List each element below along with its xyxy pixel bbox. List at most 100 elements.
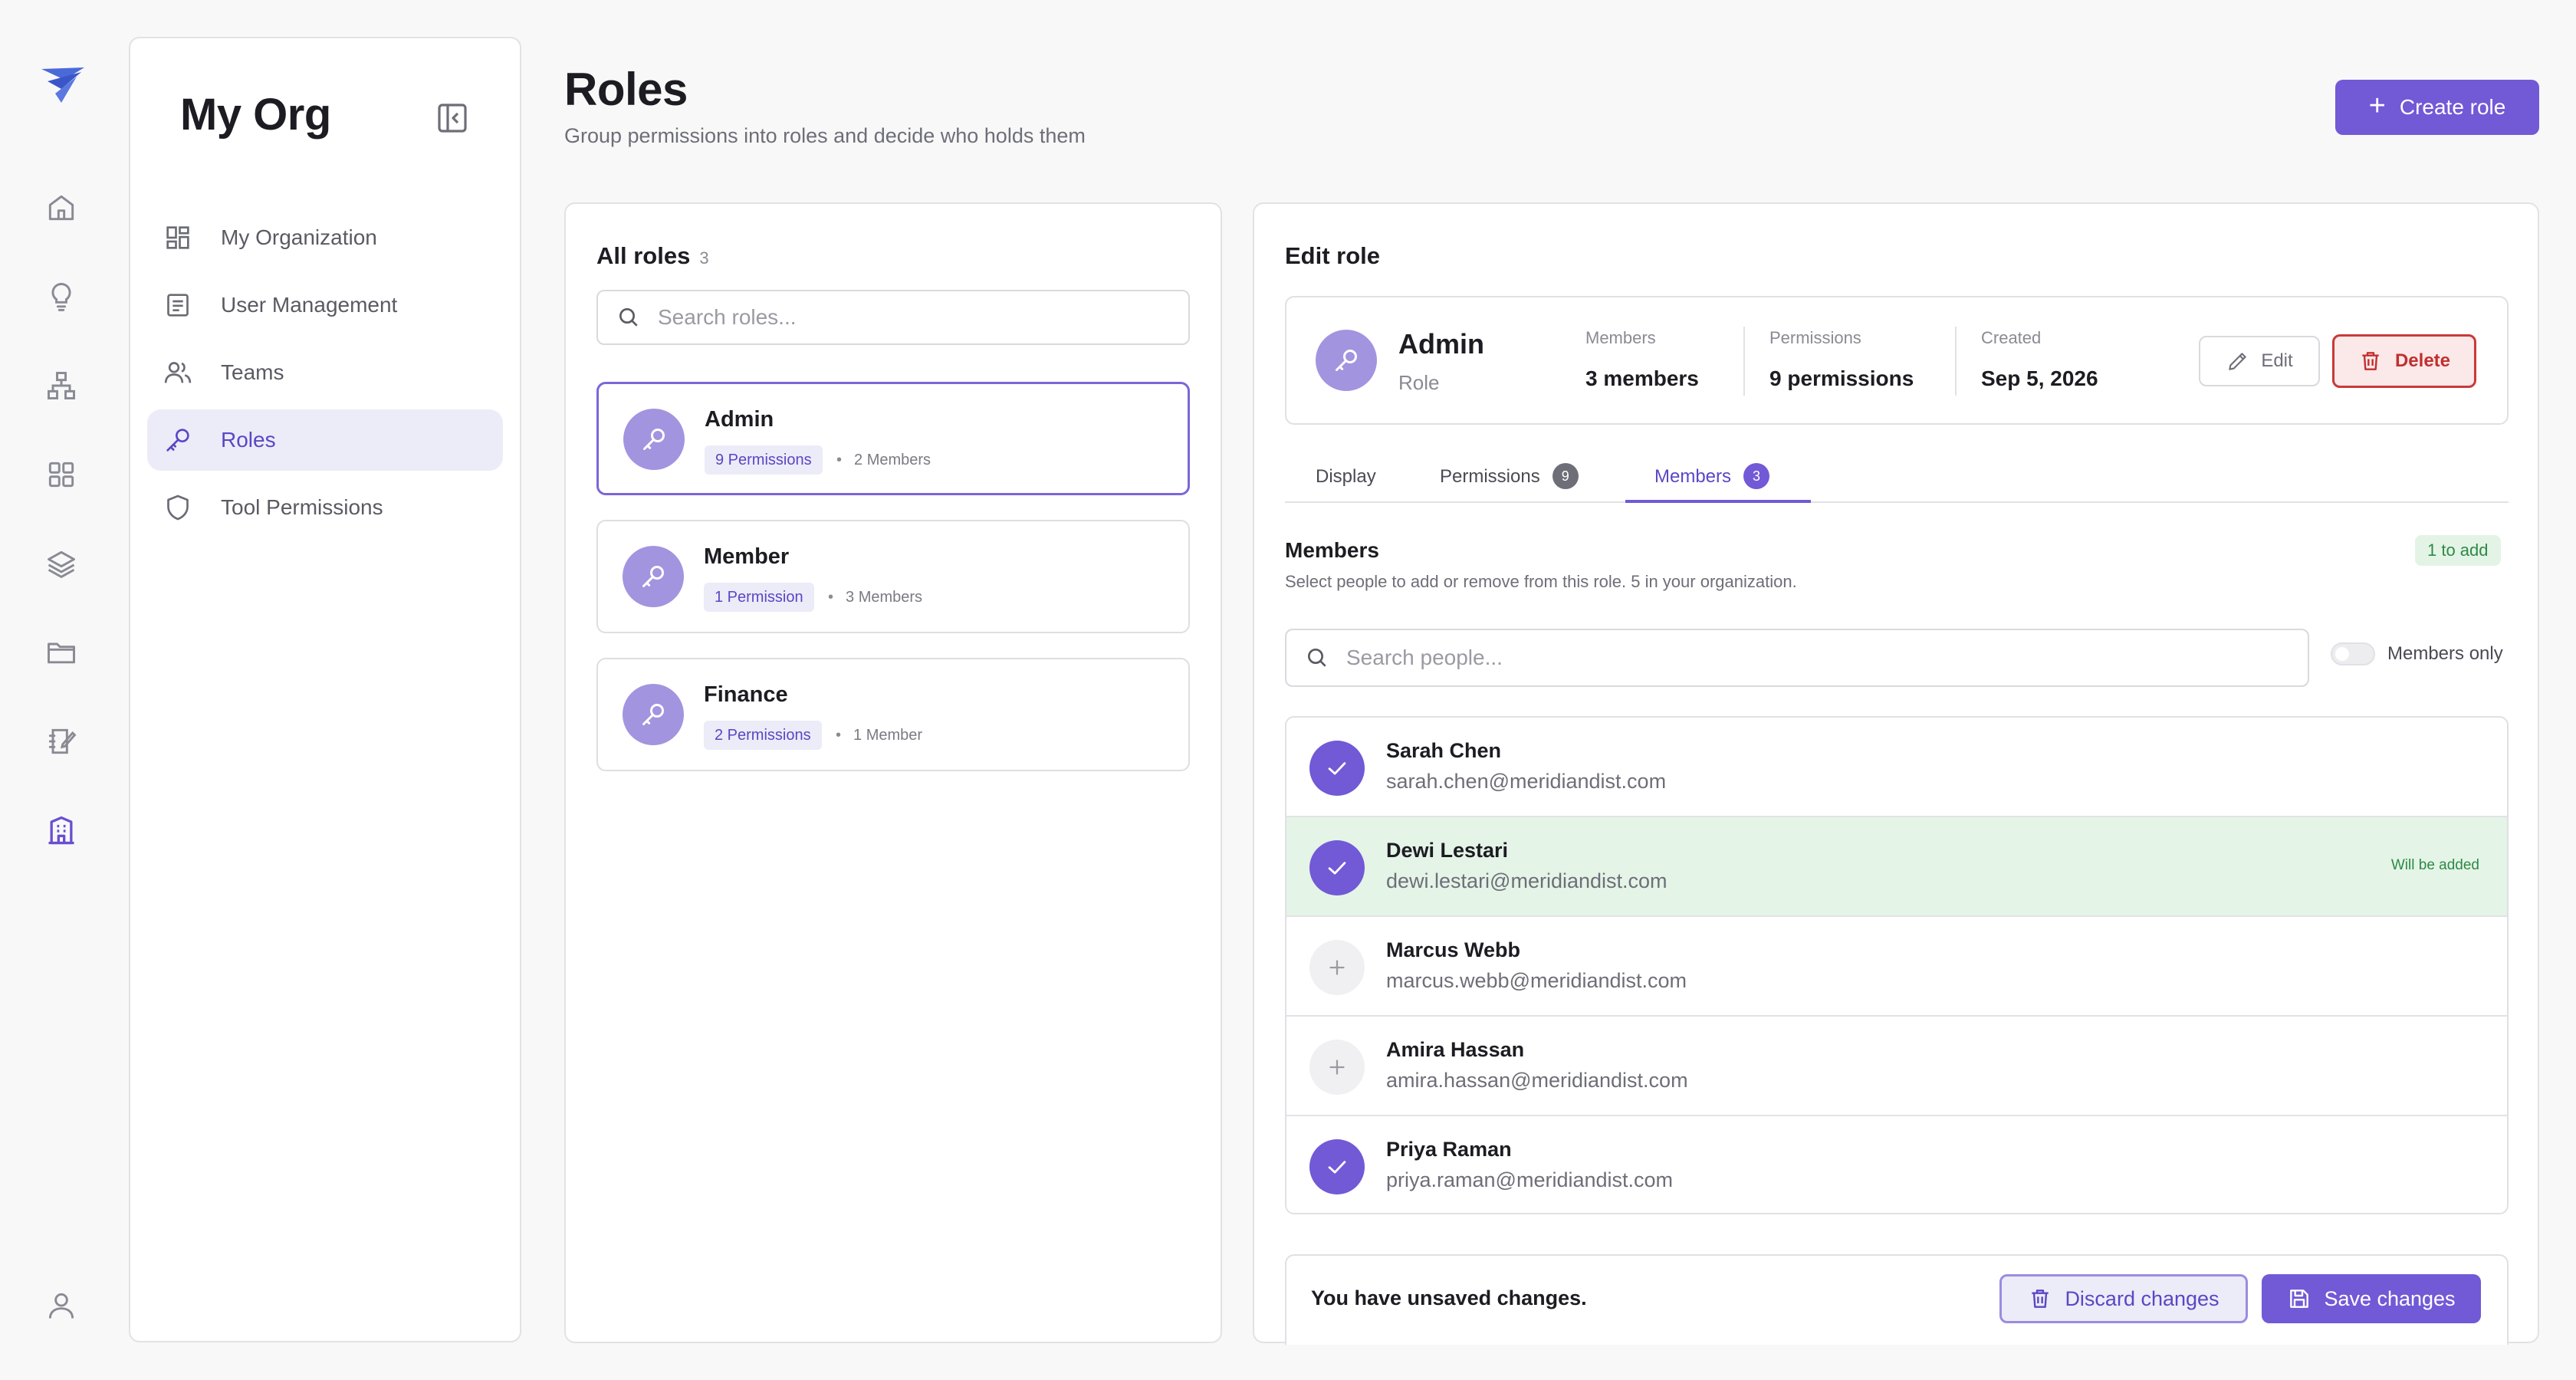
list-item[interactable]: Sarah Chen sarah.chen@meridiandist.com — [1286, 718, 2507, 817]
collapse-sidebar-icon[interactable] — [434, 100, 471, 136]
role-name: Member — [704, 544, 790, 569]
stat-members: Members 3 members — [1585, 328, 1699, 391]
key-icon — [623, 409, 685, 470]
tab-label: Members — [1654, 466, 1732, 487]
edit-role-panel: Edit role Admin Role Members 3 members P… — [1253, 202, 2539, 1345]
save-changes-button[interactable]: Save changes — [2262, 1274, 2481, 1323]
tab-label: Display — [1316, 466, 1376, 487]
key-icon — [623, 546, 684, 607]
sidebar-item-user-management[interactable]: User Management — [147, 274, 503, 336]
layers-icon[interactable] — [40, 542, 83, 585]
users-icon — [164, 362, 192, 383]
role-type-label: Role — [1398, 371, 1440, 394]
grid-icon[interactable] — [40, 453, 83, 496]
roles-panel-title: All roles 3 — [596, 242, 709, 269]
key-icon — [623, 684, 684, 745]
sidebar-item-tool-permissions[interactable]: Tool Permissions — [147, 477, 503, 538]
discard-changes-button[interactable]: Discard changes — [1999, 1274, 2248, 1323]
trash-icon — [2032, 1290, 2049, 1308]
person-name: Amira Hassan — [1386, 1038, 1525, 1061]
list-item[interactable]: Amira Hassan amira.hassan@meridiandist.c… — [1286, 1017, 2507, 1116]
person-name: Priya Raman — [1386, 1138, 1512, 1161]
role-name: Admin — [705, 407, 774, 432]
tab-display[interactable]: Display — [1316, 455, 1376, 503]
person-name: Marcus Webb — [1386, 938, 1521, 961]
person-email: marcus.webb@meridiandist.com — [1386, 969, 1687, 992]
delete-role-button[interactable]: Delete — [2332, 334, 2476, 388]
sidebar-nav: My Organization User Management Teams Ro… — [147, 207, 503, 544]
search-icon — [619, 308, 638, 327]
role-title: Admin — [1398, 328, 1484, 360]
key-icon — [166, 429, 189, 452]
plus-icon[interactable] — [1309, 940, 1365, 995]
people-list: Sarah Chen sarah.chen@meridiandist.com D… — [1285, 716, 2509, 1214]
app-logo[interactable] — [38, 64, 87, 107]
discard-label: Discard changes — [2065, 1286, 2220, 1310]
role-members-count: 3 Members — [828, 583, 922, 612]
unsaved-changes-bar: You have unsaved changes. Discard change… — [1285, 1254, 2509, 1345]
person-email: sarah.chen@meridiandist.com — [1386, 770, 1667, 793]
save-label: Save changes — [2324, 1286, 2456, 1310]
checked-icon[interactable] — [1309, 741, 1365, 796]
search-people-placeholder: Search people... — [1346, 646, 1503, 669]
tab-members[interactable]: Members 3 — [1625, 455, 1811, 503]
role-card-admin[interactable]: Admin 9 Permissions 2 Members — [596, 382, 1190, 495]
role-permissions-badge: 2 Permissions — [704, 721, 822, 750]
sidebar-item-my-organization[interactable]: My Organization — [147, 207, 503, 268]
role-card-member[interactable]: Member 1 Permission 3 Members — [596, 520, 1190, 633]
notebook-icon[interactable] — [40, 720, 83, 763]
checked-icon[interactable] — [1309, 1139, 1365, 1194]
pencil-icon — [2229, 353, 2246, 370]
home-icon[interactable] — [40, 186, 83, 229]
plus-icon[interactable] — [1309, 1040, 1365, 1095]
role-summary-card: Admin Role Members 3 members Permissions… — [1285, 296, 2509, 425]
sidebar-item-label: Teams — [221, 360, 284, 384]
list-item[interactable]: Marcus Webb marcus.webb@meridiandist.com — [1286, 917, 2507, 1017]
stat-label: Permissions — [1769, 328, 1861, 347]
members-section-title: Members — [1285, 538, 1379, 562]
role-name: Finance — [704, 682, 788, 707]
role-members-count: 1 Member — [836, 721, 922, 750]
members-only-filter: Members only — [2331, 642, 2503, 665]
members-section-subtitle: Select people to add or remove from this… — [1285, 572, 1797, 591]
delete-label: Delete — [2394, 350, 2451, 371]
org-name: My Org — [180, 90, 331, 140]
create-role-button[interactable]: + Create role — [2335, 80, 2539, 135]
trash-icon — [2362, 352, 2379, 370]
list-item[interactable]: Dewi Lestari dewi.lestari@meridiandist.c… — [1286, 817, 2507, 917]
person-email: amira.hassan@meridiandist.com — [1386, 1069, 1688, 1092]
search-people-input[interactable]: Search people... — [1285, 629, 2309, 687]
sidebar-item-roles[interactable]: Roles — [147, 409, 503, 471]
edit-role-button[interactable]: Edit — [2199, 336, 2320, 386]
folder-icon[interactable] — [40, 631, 83, 674]
role-permissions-badge: 1 Permission — [704, 583, 814, 612]
sidebar-item-teams[interactable]: Teams — [147, 342, 503, 403]
page-title: Roles — [564, 64, 688, 115]
unsaved-message: You have unsaved changes. — [1311, 1286, 1587, 1309]
stat-value: 3 members — [1585, 366, 1699, 390]
plus-icon: + — [2368, 89, 2386, 122]
role-card-finance[interactable]: Finance 2 Permissions 1 Member — [596, 658, 1190, 771]
edit-label: Edit — [2261, 350, 2293, 371]
checked-icon[interactable] — [1309, 840, 1365, 895]
search-roles-input[interactable]: Search roles... — [596, 290, 1190, 345]
grid-icon — [166, 226, 189, 249]
org-chart-icon[interactable] — [40, 364, 83, 407]
search-roles-placeholder: Search roles... — [658, 305, 797, 329]
user-icon[interactable] — [40, 1284, 83, 1327]
pending-additions-badge: 1 to add — [2415, 535, 2501, 566]
sidebar-item-label: User Management — [221, 293, 398, 317]
stat-value: Sep 5, 2026 — [1981, 366, 2098, 390]
list-item[interactable]: Priya Raman priya.raman@meridiandist.com — [1286, 1116, 2507, 1213]
members-only-label: Members only — [2387, 643, 2503, 664]
role-permissions-badge: 9 Permissions — [705, 445, 823, 475]
building-icon[interactable] — [40, 809, 83, 852]
edit-role-title: Edit role — [1285, 242, 1381, 269]
save-icon — [2290, 1290, 2309, 1308]
lightbulb-icon[interactable] — [40, 275, 83, 318]
roles-count: 3 — [699, 248, 709, 268]
members-only-toggle[interactable] — [2331, 642, 2375, 665]
person-name: Sarah Chen — [1386, 739, 1502, 762]
tab-permissions[interactable]: Permissions 9 — [1440, 455, 1579, 503]
icon-rail — [0, 0, 123, 1380]
